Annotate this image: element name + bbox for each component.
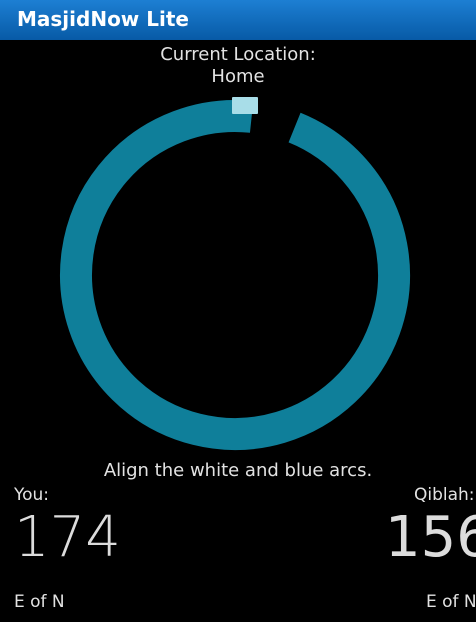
- compass-ring-right: [60, 100, 410, 450]
- you-heading-label: You:: [14, 485, 50, 505]
- app-title: MasjidNow Lite: [17, 7, 189, 31]
- current-location-label: Current Location:: [160, 44, 316, 65]
- title-bar: MasjidNow Lite: [0, 0, 476, 40]
- alignment-instruction: Align the white and blue arcs.: [103, 460, 373, 481]
- qiblah-heading-value: 156: [385, 505, 476, 570]
- you-heading-unit: E of N: [14, 592, 65, 612]
- qiblah-heading-unit: E of N: [426, 592, 476, 612]
- qiblah-heading-label: Qiblah:: [414, 485, 475, 505]
- you-heading-value: 174: [14, 505, 121, 570]
- compass-ring-left: [76, 116, 394, 434]
- qiblah-marker-icon: [232, 97, 258, 114]
- current-location-name: Home: [211, 66, 265, 87]
